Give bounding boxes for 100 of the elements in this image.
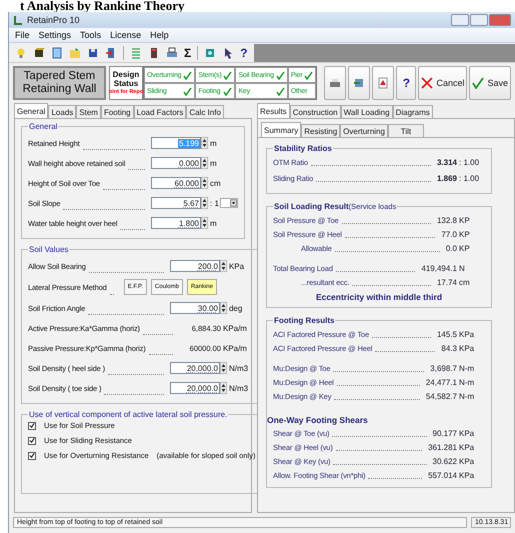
lightbulb-icon[interactable] (15, 46, 27, 58)
result-value: 145.5 (436, 330, 457, 338)
menu-item[interactable]: Tools (80, 30, 102, 40)
unit-label: cm (209, 178, 222, 188)
checkbox[interactable] (28, 422, 36, 430)
save-icon[interactable] (87, 46, 99, 58)
unit-label: N/m3 (228, 384, 250, 392)
export-icon (353, 77, 366, 89)
eccentricity-note: Eccentricity within middle third (314, 292, 444, 302)
result-unit: N-m (459, 392, 476, 400)
result-value: 17.74 (436, 278, 457, 286)
menu-item[interactable]: Settings (38, 30, 72, 40)
menu-item[interactable]: File (15, 30, 30, 40)
result-unit: : 1.00 (459, 174, 480, 182)
checkbox[interactable] (28, 452, 36, 460)
spinner-arrows-icon[interactable] (201, 177, 208, 189)
result-value: 54,582.7 (426, 392, 457, 400)
unit-label: m (209, 138, 218, 148)
tab[interactable]: Load Factors (134, 105, 186, 118)
unit-label: KPa/m (222, 324, 248, 332)
toolbar-glyph[interactable]: ? (240, 46, 248, 60)
status-text: Design (112, 70, 140, 78)
print-button[interactable] (324, 66, 346, 100)
result-value: 557.014 (428, 470, 457, 480)
tab[interactable]: Footing (100, 105, 134, 118)
unit-label: KPa (228, 262, 246, 270)
tab[interactable]: Calc Info (186, 105, 224, 118)
pdf-icon (377, 77, 390, 89)
tab[interactable]: Wall Loading (340, 105, 393, 118)
result-unit: KPa (459, 344, 476, 352)
box-icon[interactable] (33, 46, 45, 58)
checkbox[interactable] (28, 436, 36, 444)
result-unit: KPa (459, 428, 476, 438)
number-field[interactable]: 20,000.0 (170, 362, 220, 374)
spinner-arrows-icon[interactable] (201, 197, 208, 209)
section-heading: One-Way Footing Shears (267, 415, 369, 425)
tab[interactable]: Construction (290, 105, 341, 118)
spinner-arrows-icon[interactable] (201, 157, 208, 169)
result-unit: KP (459, 230, 471, 238)
tab[interactable]: Results (257, 103, 290, 118)
help-button[interactable]: ? (396, 66, 416, 100)
result-value: 0.0 (446, 244, 457, 252)
printer-icon[interactable] (166, 46, 178, 58)
unit-label: m (209, 218, 218, 228)
menu-item[interactable]: License (110, 30, 142, 40)
result-value: 419,494.1 (421, 264, 457, 272)
book-icon[interactable] (204, 46, 216, 58)
menu-item[interactable]: Help (150, 30, 169, 40)
tab[interactable]: Diagrams (392, 105, 433, 118)
tab[interactable]: Summary (261, 122, 302, 137)
printer-icon (329, 77, 342, 89)
result-value: 132.8 (436, 216, 457, 224)
folder-icon[interactable] (69, 46, 81, 58)
result-unit: N (459, 264, 466, 272)
number-field[interactable]: 20,000.0 (170, 382, 220, 394)
result-unit: KPa (459, 456, 476, 466)
toolbar-glyph[interactable]: Σ (184, 46, 192, 60)
number-field[interactable]: 5.67 (151, 197, 201, 209)
number-field[interactable]: 0.000 (151, 157, 201, 169)
number-field[interactable]: 60.000 (151, 177, 201, 189)
export-button[interactable] (348, 66, 370, 100)
unit-label: KPa/m (222, 344, 248, 352)
number-field[interactable]: 1.800 (151, 217, 201, 229)
result-unit: : 1.00 (459, 158, 480, 166)
spinner-arrows-icon[interactable] (201, 217, 208, 229)
check-mark-icon (304, 70, 314, 80)
tab[interactable]: Overturning (340, 124, 388, 137)
document-heading: t Analysis by Rankine Theory (19, 0, 186, 12)
tab[interactable]: Resisting (301, 124, 340, 137)
result-value: 77.0 (441, 230, 457, 238)
document-icon[interactable] (51, 46, 63, 58)
spinner-arrows-icon[interactable] (201, 137, 208, 149)
save-button[interactable]: Save (469, 66, 511, 100)
result-value: 361.281 (428, 442, 457, 452)
exit-icon[interactable] (105, 46, 117, 58)
result-unit: N-m (459, 364, 476, 372)
dropdown[interactable] (220, 197, 238, 209)
result-unit: KPa (459, 442, 476, 452)
wall-type-text: Tapered Stem (24, 70, 96, 83)
maximize-button[interactable] (470, 14, 488, 26)
tab[interactable]: Loads (48, 105, 76, 118)
check-mark-icon (472, 77, 484, 89)
result-value: 24,477.1 (426, 378, 457, 386)
result-unit: KPa (459, 330, 476, 338)
list-icon[interactable] (130, 46, 142, 58)
number-field[interactable]: 200.0 (170, 260, 220, 272)
tab[interactable]: Tilt (388, 124, 424, 137)
tab[interactable]: Stem (76, 105, 101, 118)
window-title: RetainPro 10 (27, 15, 80, 25)
number-field[interactable]: 30.00 (170, 302, 220, 314)
minimize-button[interactable] (451, 14, 469, 26)
result-unit: cm (459, 278, 471, 286)
result-unit: KP (459, 216, 471, 224)
pointer-icon[interactable] (222, 46, 234, 58)
pdf-button[interactable] (372, 66, 394, 100)
cancel-button[interactable]: Cancel (418, 66, 468, 100)
unit-label: : 1 (209, 198, 220, 208)
calculator-icon[interactable] (148, 46, 160, 58)
close-icon (421, 77, 434, 89)
tab[interactable]: General (14, 103, 48, 118)
